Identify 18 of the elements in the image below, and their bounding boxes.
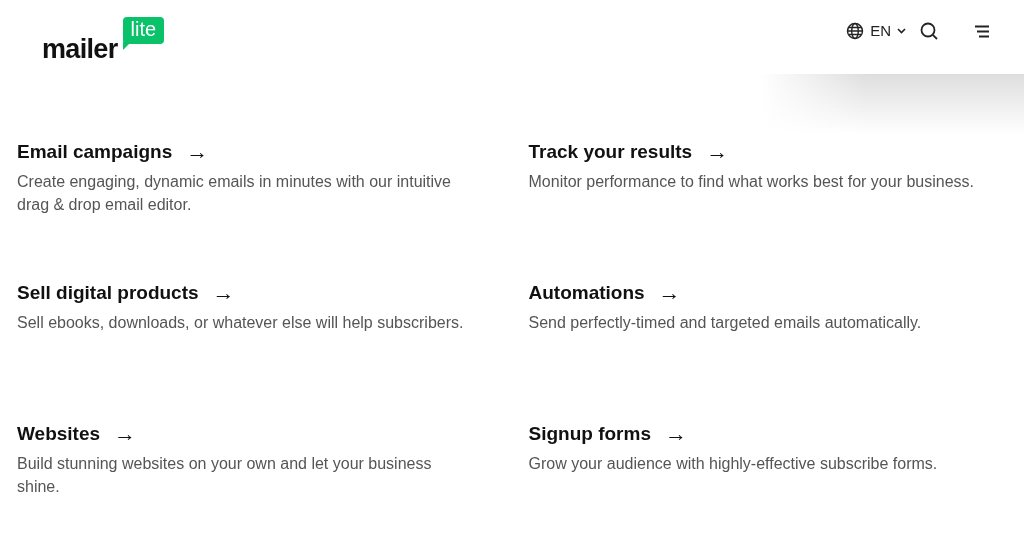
feature-description: Build stunning websites on your own and let your business shine.	[17, 454, 433, 497]
globe-icon	[846, 22, 865, 40]
search-icon[interactable]	[920, 22, 938, 40]
chevron-down-icon	[897, 28, 906, 34]
feature-description: Monitor performance to find what works best for your business.	[528, 172, 976, 192]
feature-description: Send perfectly-timed and targeted emails automatically.	[528, 313, 923, 333]
feature-link[interactable]: Sell digital products →	[17, 281, 235, 305]
language-selector[interactable]: EN	[846, 19, 906, 43]
feature-link[interactable]: Track your results →	[528, 140, 729, 164]
logo[interactable]: mailer lite	[42, 15, 165, 59]
feature-description: Sell ebooks, downloads, or whatever else will help subscribers.	[17, 313, 465, 333]
feature-link[interactable]: Websites →	[17, 422, 137, 446]
feature-description: Grow your audience with highly-effective subscribe forms.	[528, 454, 939, 474]
feature-link[interactable]: Signup forms →	[528, 422, 687, 446]
feature-link[interactable]: Email campaigns →	[17, 140, 209, 164]
feature-description: Create engaging, dynamic emails in minutes with our intuitive drag & drop email editor.	[17, 172, 452, 215]
feature-link[interactable]: Automations →	[528, 281, 681, 305]
menu-icon[interactable]	[974, 24, 990, 38]
